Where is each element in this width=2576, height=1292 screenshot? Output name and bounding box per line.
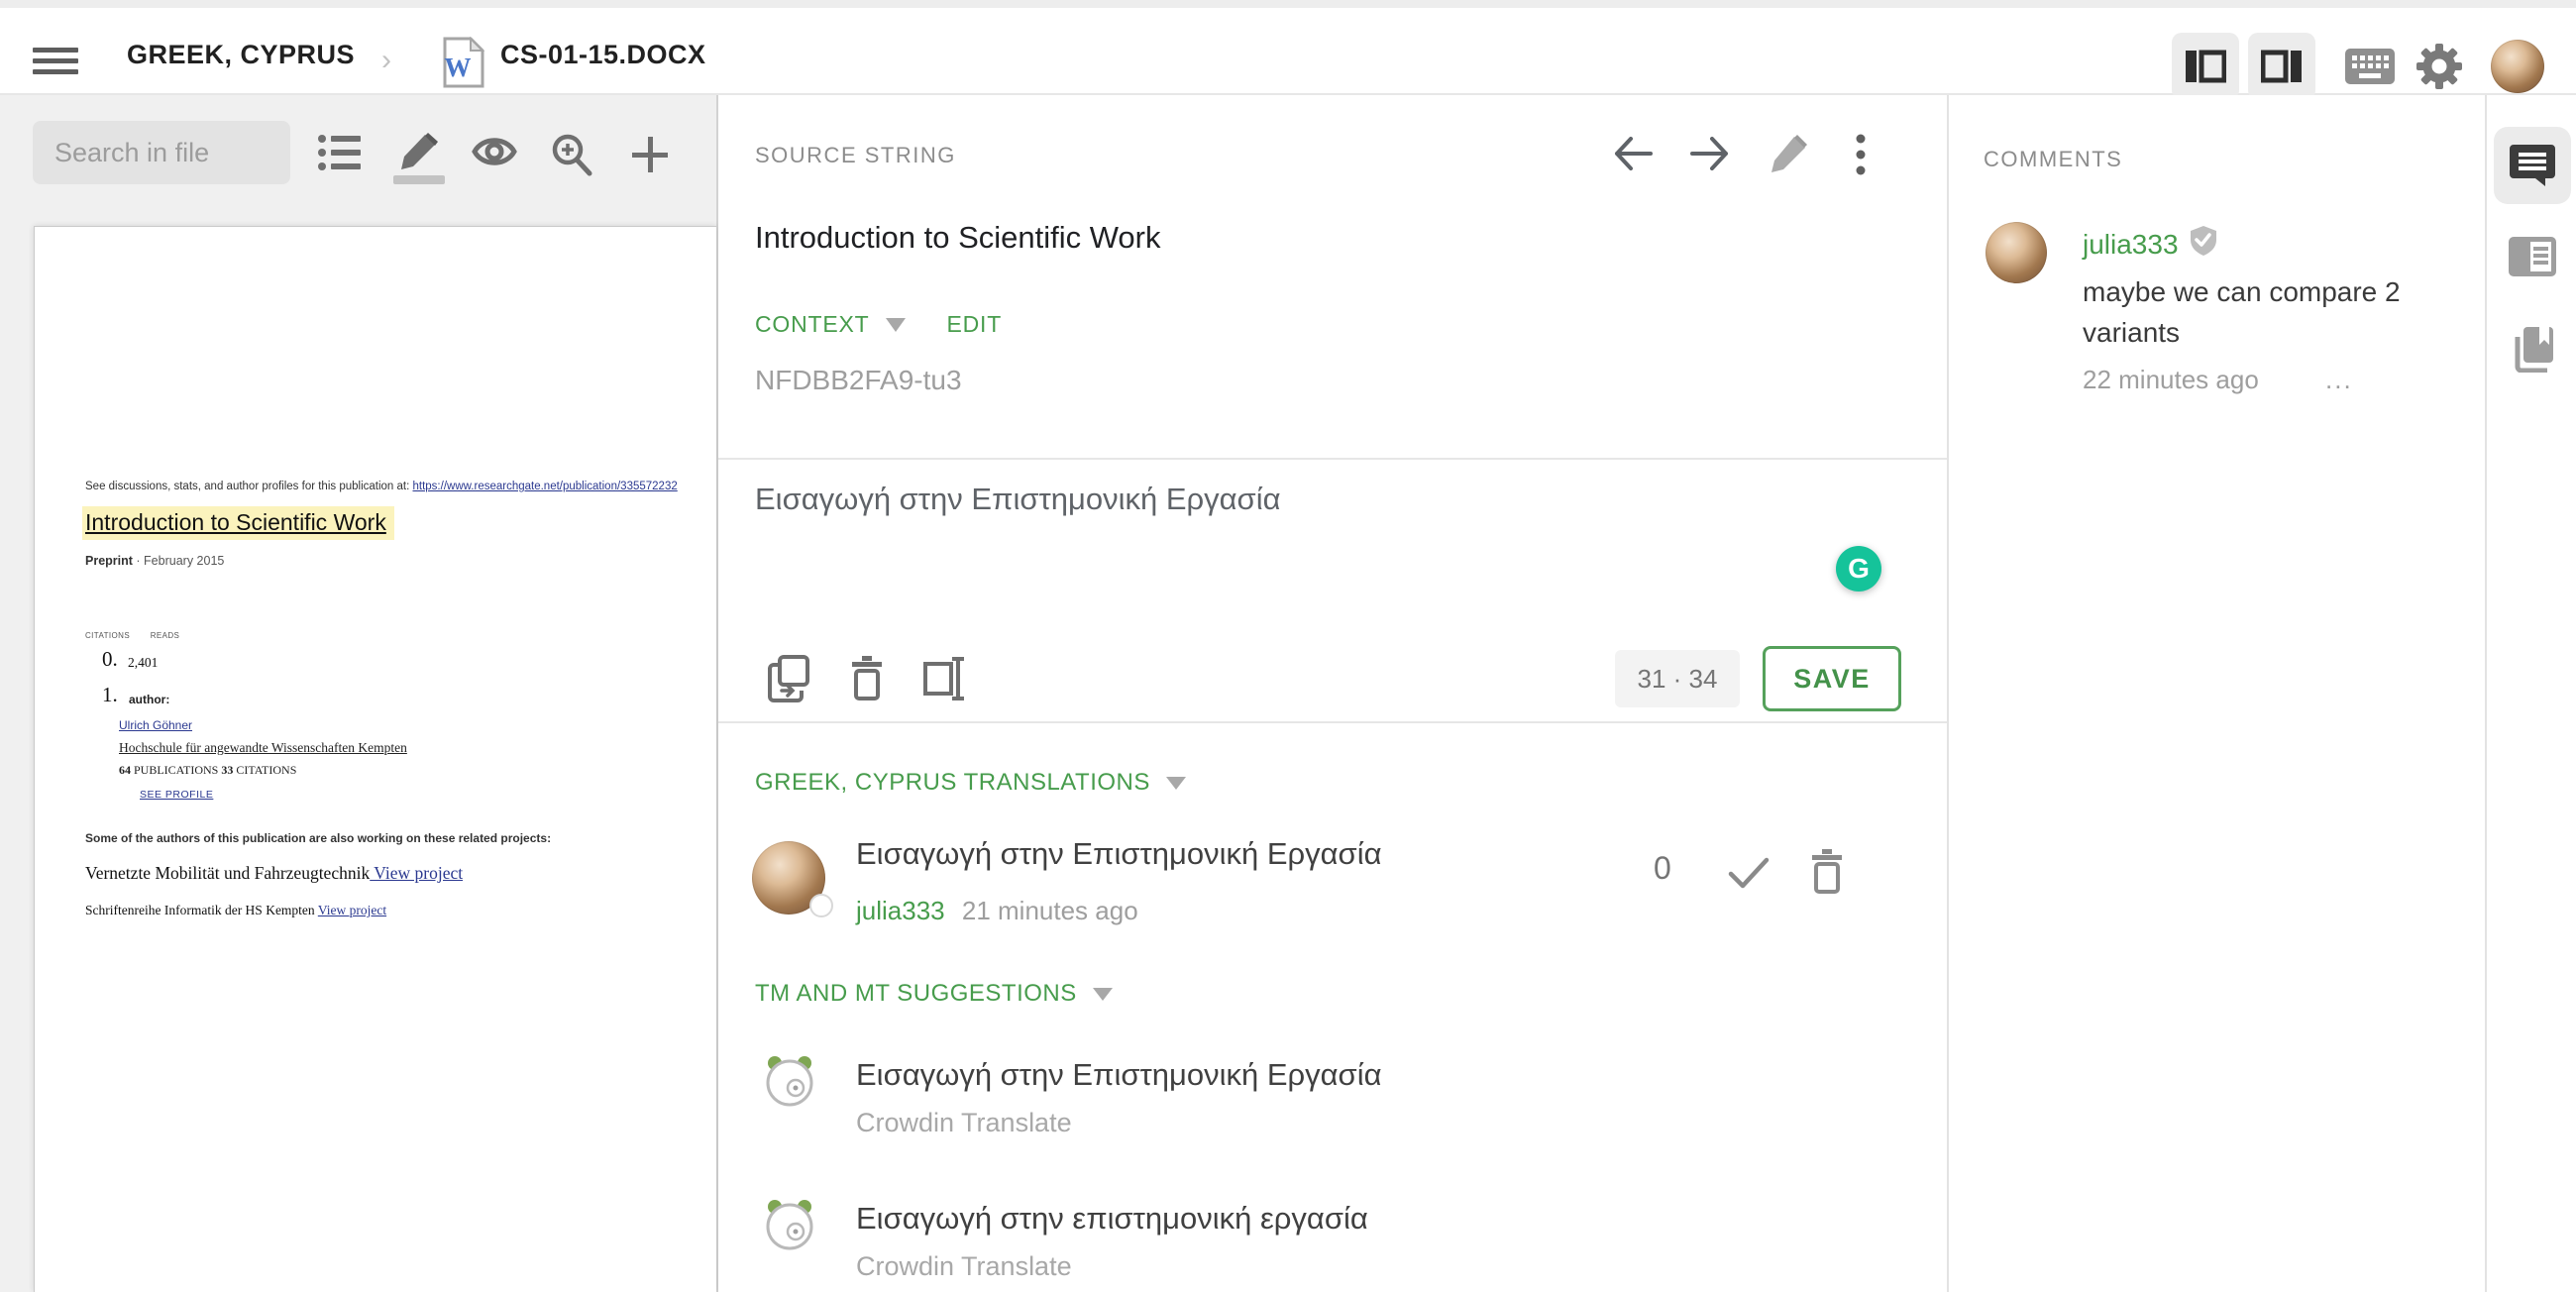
doc-project-2-name: Schriftenreihe Informatik der HS Kempten [85,903,318,917]
doc-see-profile-link[interactable]: SEE PROFILE [140,789,213,801]
breadcrumb-project[interactable]: GREEK, CYPRUS [127,40,355,70]
clear-translation-trash-icon[interactable] [845,655,889,707]
doc-reads-label: READS [150,631,180,640]
context-label: CONTEXT [755,311,870,337]
verified-badge-icon [2190,226,2216,263]
suggestion-source: Crowdin Translate [856,1251,1072,1281]
right-sidebar [2485,95,2576,1292]
context-dropdown[interactable]: CONTEXT EDIT [755,311,1002,338]
doc-citations-label2: CITATIONS [233,763,297,777]
grammarly-icon[interactable]: G [1836,546,1881,592]
char-counter: 31 · 34 [1615,650,1740,707]
translations-section-header[interactable]: GREEK, CYPRUS TRANSLATIONS [755,769,1186,797]
source-string-header: SOURCE STRING [755,143,956,167]
breadcrumb-file[interactable]: CS-01-15.DOCX [500,40,706,70]
toggle-right-panel-button[interactable] [2248,33,2315,100]
file-preview-panel: See discussions, stats, and author profi… [0,95,718,1292]
active-tool-underline [393,175,445,184]
doc-project-1-name: Vernetzte Mobilität und Fahrzeugtechnik [85,863,371,883]
glossary-tab-button[interactable] [2494,311,2571,388]
context-info-tab-button[interactable] [2494,218,2571,295]
avatar-badge-icon [809,894,833,917]
doc-preface-link[interactable]: https://www.researchgate.net/publication… [413,481,678,492]
translation-author-link[interactable]: julia333 [856,896,945,925]
doc-publications-label: PUBLICATIONS [131,763,222,777]
doc-citations-count: 33 [221,763,234,777]
translation-time: 21 minutes ago [961,896,1138,925]
comment-author-avatar[interactable] [1986,222,2047,283]
vote-count: 0 [1654,850,1671,886]
source-string-text: Introduction to Scientific Work [755,220,1161,255]
edit-context-button[interactable]: EDIT [947,311,1003,338]
doc-project-1-link[interactable]: View project [370,863,463,883]
comment-text: maybe we can compare 2 variants [2083,276,2401,348]
user-avatar[interactable] [2491,40,2544,93]
comments-header: COMMENTS [1984,147,2123,171]
top-bar: GREEK, CYPRUS › W CS-01-15.DOCX [0,8,2576,100]
doc-author-label: author: [129,693,170,706]
search-input[interactable] [33,121,290,184]
doc-publications-count: 64 [119,763,131,777]
text-selection-mode-icon[interactable] [922,655,970,707]
doc-preprint-label: Preprint [85,554,133,568]
zoom-in-icon[interactable] [549,133,594,178]
doc-title[interactable]: Introduction to Scientific Work [82,506,394,540]
divider [718,721,1947,723]
translation-input[interactable]: Εισαγωγή στην Επιστημονική Εργασία [755,482,1746,517]
hamburger-menu-icon[interactable] [33,48,78,75]
edit-source-pencil-icon[interactable] [1768,135,1807,179]
doc-preprint-date: · February 2015 [132,554,225,568]
comment-more-menu[interactable]: ... [2325,365,2353,394]
word-document-icon: W [443,36,485,93]
translations-header-label: GREEK, CYPRUS TRANSLATIONS [755,769,1150,796]
doc-project-2-link[interactable]: View project [318,903,386,917]
translate-mode-pencil-icon[interactable] [394,133,440,178]
dropdown-caret-icon [1092,987,1113,1001]
zoom-out-plus-icon[interactable] [628,133,674,178]
context-value: NFDBB2FA9-tu3 [755,365,962,395]
translation-text[interactable]: Εισαγωγή στην Επιστημονική Εργασία [856,836,1382,872]
previous-string-icon[interactable] [1613,137,1653,175]
svg-text:W: W [445,53,472,82]
doc-related-intro: Some of the authors of this publication … [85,831,552,845]
window-top-strip [0,0,2576,8]
suggestion-source: Crowdin Translate [856,1108,1072,1137]
doc-preface-text: See discussions, stats, and author profi… [85,481,413,492]
doc-author-affiliation: Hochschule für angewandte Wissenschaften… [119,740,407,755]
comments-tab-button[interactable] [2494,127,2571,204]
doc-author-index: 1. [102,683,118,706]
delete-translation-trash-icon[interactable] [1805,848,1849,901]
comments-panel: COMMENTS julia333 maybe we can compare 2… [1947,95,2485,1292]
save-button[interactable]: SAVE [1763,646,1901,711]
preview-eye-icon[interactable] [472,133,517,178]
doc-reads-value: 2,401 [128,655,159,670]
comment-time: 22 minutes ago [2083,365,2259,394]
dropdown-caret-icon [1165,776,1186,790]
crowdin-translate-icon [763,1054,816,1113]
doc-citations-value: 0. [102,647,118,671]
comment-author-link[interactable]: julia333 [2083,229,2179,261]
crowdin-translate-icon [763,1198,816,1256]
dropdown-caret-icon [885,317,906,332]
breadcrumb-chevron-icon: › [381,44,391,76]
toggle-left-panel-button[interactable] [2172,33,2239,100]
doc-author-name-link[interactable]: Ulrich Göhner [119,718,192,732]
copy-source-icon[interactable] [766,655,811,707]
approve-check-icon[interactable] [1727,856,1771,895]
suggestions-section-header[interactable]: TM AND MT SUGGESTIONS [755,980,1113,1008]
keyboard-shortcuts-icon[interactable] [2336,33,2404,100]
strings-list-icon[interactable] [317,133,363,178]
suggestion-text[interactable]: Εισαγωγή στην επιστημονική εργασία [856,1201,1368,1237]
suggestions-header-label: TM AND MT SUGGESTIONS [755,980,1077,1007]
next-string-icon[interactable] [1690,137,1730,175]
suggestion-text[interactable]: Εισαγωγή στην Επιστημονική Εργασία [856,1057,1382,1093]
document-preview-page[interactable]: See discussions, stats, and author profi… [34,226,716,1292]
editor-panel: SOURCE STRING Introduction to Scientific… [718,95,1947,1292]
more-options-icon[interactable] [1855,133,1867,181]
settings-gear-icon[interactable] [2406,33,2473,100]
doc-citations-label: CITATIONS [85,631,131,640]
divider [718,458,1947,460]
